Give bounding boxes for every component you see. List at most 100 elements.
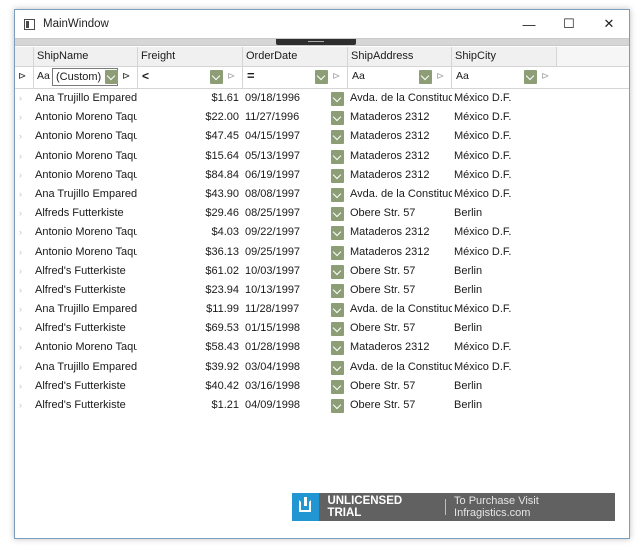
cell-shipname[interactable]: Alfred's Futterkiste: [35, 281, 137, 300]
cell-freight[interactable]: $39.92: [139, 358, 239, 377]
cell-orderdate[interactable]: 03/16/1998: [245, 377, 325, 396]
cell-freight[interactable]: $4.03: [139, 223, 239, 242]
cell-shipcity[interactable]: Berlin: [454, 281, 554, 300]
cell-shipcity[interactable]: México D.F.: [454, 147, 554, 166]
filter-freight-dropdown-icon[interactable]: [210, 70, 223, 84]
cell-shipcity[interactable]: México D.F.: [454, 358, 554, 377]
cell-shipcity[interactable]: Berlin: [454, 204, 554, 223]
filter-shipcity-operator[interactable]: Aa: [456, 70, 469, 82]
orderdate-dropdown-icon[interactable]: [331, 130, 344, 145]
cell-orderdate[interactable]: 08/08/1997: [245, 185, 325, 204]
filter-shipaddress-dropdown-icon[interactable]: [419, 70, 432, 84]
table-row[interactable]: › Antonio Moreno Taquería$84.84 06/19/1997…: [15, 166, 629, 185]
close-button[interactable]: ✕: [589, 10, 629, 38]
orderdate-dropdown-icon[interactable]: [331, 264, 344, 279]
table-row[interactable]: › Alfred's Futterkiste $1.21 04/09/1998 Ober…: [15, 396, 629, 415]
minimize-button[interactable]: —: [509, 10, 549, 38]
maximize-button[interactable]: ☐: [549, 10, 589, 38]
filter-freight-operator[interactable]: <: [142, 69, 149, 83]
cell-shipname[interactable]: Antonio Moreno Taquería: [35, 108, 137, 127]
cell-shipname[interactable]: Antonio Moreno Taquería: [35, 147, 137, 166]
cell-freight[interactable]: $69.53: [139, 319, 239, 338]
cell-freight[interactable]: $11.99: [139, 300, 239, 319]
header-shipcity[interactable]: ShipCity: [451, 47, 556, 66]
cell-shipcity[interactable]: México D.F.: [454, 185, 554, 204]
cell-shipaddress[interactable]: Mataderos 2312: [350, 223, 452, 242]
cell-freight[interactable]: $36.13: [139, 243, 239, 262]
table-row[interactable]: › Antonio Moreno Taquería$15.64 05/13/1997…: [15, 147, 629, 166]
orderdate-dropdown-icon[interactable]: [331, 303, 344, 318]
table-row[interactable]: › Ana Trujillo Emparedados$43.90 08/08/199…: [15, 185, 629, 204]
cell-shipname[interactable]: Antonio Moreno Taquería: [35, 127, 137, 146]
table-row[interactable]: › Ana Trujillo Emparedados$1.61 09/18/1996…: [15, 89, 629, 108]
cell-shipaddress[interactable]: Mataderos 2312: [350, 243, 452, 262]
orderdate-dropdown-icon[interactable]: [331, 111, 344, 126]
cell-orderdate[interactable]: 10/13/1997: [245, 281, 325, 300]
cell-shipname[interactable]: Ana Trujillo Emparedados: [35, 185, 137, 204]
cell-orderdate[interactable]: 09/22/1997: [245, 223, 325, 242]
cell-shipname[interactable]: Antonio Moreno Taquería: [35, 243, 137, 262]
cell-freight[interactable]: $61.02: [139, 262, 239, 281]
filter-orderdate-dropdown-icon[interactable]: [315, 70, 328, 84]
orderdate-dropdown-icon[interactable]: [331, 379, 344, 394]
cell-orderdate[interactable]: 04/15/1997: [245, 127, 325, 146]
filter-shipaddress-operator[interactable]: Aa: [352, 70, 365, 82]
cell-shipaddress[interactable]: Obere Str. 57: [350, 204, 452, 223]
orderdate-dropdown-icon[interactable]: [331, 149, 344, 164]
cell-orderdate[interactable]: 06/19/1997: [245, 166, 325, 185]
filter-shipaddress-clear-icon[interactable]: ⊳: [436, 71, 444, 82]
cell-freight[interactable]: $15.64: [139, 147, 239, 166]
clear-all-filters[interactable]: ⊳: [15, 67, 33, 88]
cell-orderdate[interactable]: 09/18/1996: [245, 89, 325, 108]
orderdate-dropdown-icon[interactable]: [331, 187, 344, 202]
cell-orderdate[interactable]: 04/09/1998: [245, 396, 325, 415]
table-row[interactable]: › Antonio Moreno Taquería$22.00 11/27/1996…: [15, 108, 629, 127]
table-row[interactable]: › Alfred's Futterkiste $23.94 10/13/1997 Obe…: [15, 281, 629, 300]
cell-shipcity[interactable]: Berlin: [454, 319, 554, 338]
cell-shipname[interactable]: Antonio Moreno Taquería: [35, 166, 137, 185]
table-row[interactable]: › Alfred's Futterkiste $61.02 10/03/1997 Obe…: [15, 262, 629, 281]
cell-shipaddress[interactable]: Avda. de la Constitución 2222: [350, 89, 452, 108]
cell-freight[interactable]: $58.43: [139, 338, 239, 357]
filter-shipname-operator[interactable]: Aa: [37, 70, 50, 82]
orderdate-dropdown-icon[interactable]: [331, 226, 344, 241]
cell-freight[interactable]: $1.61: [139, 89, 239, 108]
filter-shipcity-clear-icon[interactable]: ⊳: [541, 71, 549, 82]
cell-orderdate[interactable]: 03/04/1998: [245, 358, 325, 377]
splitter-grip[interactable]: [276, 39, 356, 45]
filter-shipname-clear-icon[interactable]: ⊳: [122, 71, 130, 82]
cell-shipaddress[interactable]: Mataderos 2312: [350, 338, 452, 357]
cell-shipaddress[interactable]: Obere Str. 57: [350, 377, 452, 396]
cell-freight[interactable]: $22.00: [139, 108, 239, 127]
orderdate-dropdown-icon[interactable]: [331, 168, 344, 183]
cell-shipcity[interactable]: Berlin: [454, 377, 554, 396]
cell-orderdate[interactable]: 11/27/1996: [245, 108, 325, 127]
cell-shipaddress[interactable]: Mataderos 2312: [350, 108, 452, 127]
cell-orderdate[interactable]: 01/15/1998: [245, 319, 325, 338]
cell-shipcity[interactable]: México D.F.: [454, 89, 554, 108]
filter-freight-clear-icon[interactable]: ⊳: [227, 71, 235, 82]
cell-freight[interactable]: $1.21: [139, 396, 239, 415]
cell-shipaddress[interactable]: Mataderos 2312: [350, 166, 452, 185]
table-row[interactable]: › Antonio Moreno Taquería$4.03 09/22/1997 M…: [15, 223, 629, 242]
cell-shipcity[interactable]: México D.F.: [454, 166, 554, 185]
cell-orderdate[interactable]: 08/25/1997: [245, 204, 325, 223]
cell-shipcity[interactable]: México D.F.: [454, 300, 554, 319]
orderdate-dropdown-icon[interactable]: [331, 283, 344, 298]
cell-shipname[interactable]: Alfred's Futterkiste: [35, 377, 137, 396]
cell-orderdate[interactable]: 01/28/1998: [245, 338, 325, 357]
cell-shipname[interactable]: Alfreds Futterkiste: [35, 204, 137, 223]
orderdate-dropdown-icon[interactable]: [331, 245, 344, 260]
trial-watermark[interactable]: UNLICENSED TRIAL To Purchase Visit Infra…: [292, 493, 615, 521]
cell-shipname[interactable]: Alfred's Futterkiste: [35, 319, 137, 338]
cell-shipcity[interactable]: México D.F.: [454, 127, 554, 146]
cell-shipcity[interactable]: México D.F.: [454, 243, 554, 262]
cell-freight[interactable]: $43.90: [139, 185, 239, 204]
orderdate-dropdown-icon[interactable]: [331, 360, 344, 375]
cell-shipname[interactable]: Ana Trujillo Emparedados: [35, 300, 137, 319]
table-row[interactable]: › Alfred's Futterkiste $40.42 03/16/1998 Obe…: [15, 377, 629, 396]
filter-orderdate-operator[interactable]: =: [247, 68, 255, 83]
table-row[interactable]: › Alfreds Futterkiste $29.46 08/25/1997 Ober…: [15, 204, 629, 223]
cell-shipaddress[interactable]: Obere Str. 57: [350, 262, 452, 281]
cell-freight[interactable]: $40.42: [139, 377, 239, 396]
